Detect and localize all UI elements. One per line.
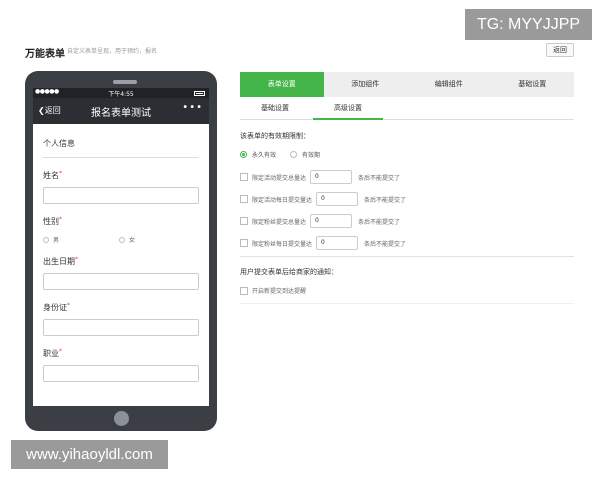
gender-option-female[interactable]: 女 bbox=[119, 235, 195, 244]
site-watermark: www.yihaoyldl.com bbox=[11, 440, 168, 469]
phone-speaker bbox=[113, 80, 137, 84]
limit-input[interactable]: 0 bbox=[310, 214, 353, 228]
radio-selected-icon bbox=[240, 151, 247, 158]
id-card-input[interactable] bbox=[43, 319, 199, 336]
limit-input[interactable]: 0 bbox=[310, 170, 353, 184]
required-mark: * bbox=[67, 302, 70, 309]
home-button bbox=[114, 411, 129, 426]
limit-input[interactable]: 0 bbox=[316, 236, 359, 250]
phone-navbar: ❮返回 报名表单测试 ••• bbox=[33, 98, 209, 124]
gender-option-male[interactable]: 男 bbox=[43, 235, 119, 244]
validity-option-period[interactable]: 有效期 bbox=[290, 150, 320, 159]
limit-row: 限定活动每日提交量达 0 条后不能提交了 bbox=[240, 192, 406, 206]
job-input[interactable] bbox=[43, 365, 199, 382]
limit-label: 限定活动每日提交量达 bbox=[252, 196, 313, 204]
limit-label: 限定粉丝每日提交量达 bbox=[252, 240, 313, 248]
tg-watermark: TG: MYYJJPP bbox=[465, 9, 592, 40]
status-time: 下午4:55 bbox=[108, 91, 134, 98]
settings-subtabs: 基础设置 高级设置 bbox=[240, 101, 574, 120]
validity-option-permanent[interactable]: 永久有效 bbox=[240, 150, 276, 159]
settings-tabs: 表单设置 添加组件 编辑组件 基础设置 bbox=[240, 72, 574, 97]
limit-checkbox[interactable] bbox=[240, 195, 248, 203]
phone-screen: ●●●●● 下午4:55 ❮返回 报名表单测试 ••• 个人信息 姓名* 性别*… bbox=[33, 88, 209, 406]
battery-icon bbox=[194, 91, 205, 96]
limit-row: 限定粉丝每日提交量达 0 条后不能提交了 bbox=[240, 236, 406, 250]
notify-checkbox[interactable] bbox=[240, 286, 248, 295]
limit-suffix: 条后不能提交了 bbox=[364, 240, 407, 248]
section-divider bbox=[240, 256, 574, 257]
tab-add-component[interactable]: 添加组件 bbox=[324, 72, 408, 97]
bottom-divider bbox=[240, 303, 574, 304]
field-label-name: 姓名* bbox=[43, 170, 62, 180]
form-section-title: 个人信息 bbox=[43, 138, 199, 158]
required-mark: * bbox=[59, 216, 62, 223]
limit-row: 限定活动提交总量达 0 条后不能提交了 bbox=[240, 170, 400, 184]
subtab-basic[interactable]: 基础设置 bbox=[240, 101, 310, 120]
name-input[interactable] bbox=[43, 187, 199, 204]
page-title: 万能表单 bbox=[25, 49, 65, 60]
field-label-birth: 出生日期* bbox=[43, 256, 78, 266]
form-preview: 个人信息 姓名* 性别* 男 女 出生日期* 身份证* 职业* bbox=[33, 138, 209, 382]
limit-label: 限定粉丝提交总量达 bbox=[252, 218, 307, 226]
tab-basic-settings[interactable]: 基础设置 bbox=[491, 72, 575, 97]
required-mark: * bbox=[75, 256, 78, 263]
limit-row: 限定粉丝提交总量达 0 条后不能提交了 bbox=[240, 214, 400, 228]
phone-preview: ●●●●● 下午4:55 ❮返回 报名表单测试 ••• 个人信息 姓名* 性别*… bbox=[25, 71, 217, 431]
limit-suffix: 条后不能提交了 bbox=[358, 218, 401, 226]
more-icon[interactable]: ••• bbox=[182, 102, 203, 113]
field-label-id-card: 身份证* bbox=[43, 302, 70, 312]
radio-icon bbox=[43, 236, 49, 243]
tab-form-settings[interactable]: 表单设置 bbox=[240, 72, 324, 97]
notify-option-label: 开启新提交到达提醒 bbox=[252, 288, 307, 295]
limit-suffix: 条后不能提交了 bbox=[358, 174, 401, 182]
notify-row: 开启新提交到达提醒 bbox=[240, 286, 306, 295]
tab-edit-component[interactable]: 编辑组件 bbox=[407, 72, 491, 97]
field-label-job: 职业* bbox=[43, 348, 62, 358]
status-bar: ●●●●● 下午4:55 bbox=[33, 88, 209, 98]
radio-icon bbox=[119, 236, 125, 243]
required-mark: * bbox=[59, 170, 62, 177]
limit-input[interactable]: 0 bbox=[316, 192, 359, 206]
back-button[interactable]: 返回 bbox=[546, 43, 574, 57]
radio-icon bbox=[290, 151, 298, 158]
validity-radio-group: 永久有效 有效期 bbox=[240, 150, 334, 159]
field-label-gender: 性别* bbox=[43, 216, 62, 226]
limit-label: 限定活动提交总量达 bbox=[252, 174, 307, 182]
limit-checkbox[interactable] bbox=[240, 217, 248, 225]
validity-label: 该表单的有效期限制： bbox=[240, 132, 310, 140]
page-subtitle: 自定义表单呈现，用于预约，报名 bbox=[67, 48, 158, 55]
required-mark: * bbox=[59, 348, 62, 355]
notify-label: 用户提交表单后给商家的通知： bbox=[240, 268, 338, 276]
gender-radio-group: 男 女 bbox=[43, 235, 199, 244]
limit-checkbox[interactable] bbox=[240, 173, 248, 181]
limit-suffix: 条后不能提交了 bbox=[364, 196, 407, 204]
subtab-advanced[interactable]: 高级设置 bbox=[313, 101, 383, 120]
limit-checkbox[interactable] bbox=[240, 239, 248, 247]
birth-date-input[interactable] bbox=[43, 273, 199, 290]
